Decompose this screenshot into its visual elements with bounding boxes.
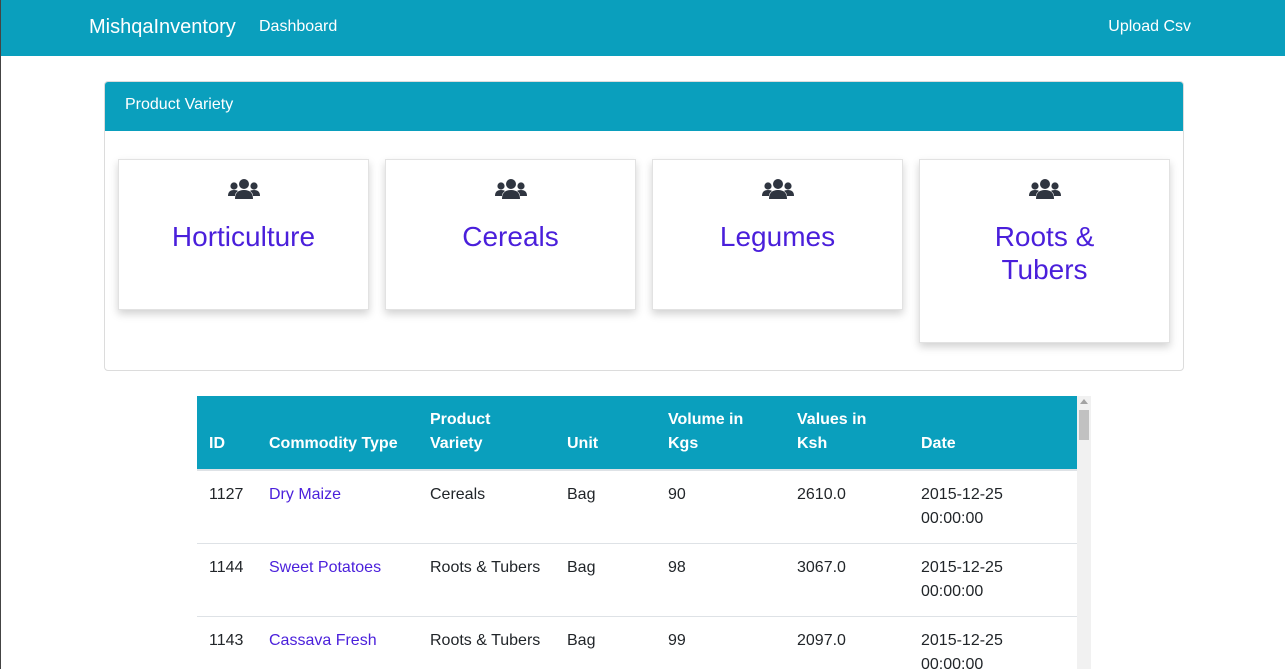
cell-value: 2610.0 <box>797 486 846 503</box>
commodity-link[interactable]: Dry Maize <box>269 486 341 503</box>
card-title: Cereals <box>462 221 559 252</box>
product-variety-panel: Product Variety Horticulture Cereals Leg… <box>104 81 1184 371</box>
inventory-table: ID Commodity Type Product Variety Unit V… <box>197 396 1077 669</box>
column-header-commodity-type: Commodity Type <box>257 396 418 471</box>
card-title: Horticulture <box>171 221 316 252</box>
cell-unit: Bag <box>555 543 656 617</box>
cell-date: 2015-12-25 00:00:00 <box>921 486 1003 527</box>
cell-id: 1143 <box>197 616 257 669</box>
cell-volume: 98 <box>656 543 785 617</box>
users-icon <box>494 179 527 199</box>
scroll-up-arrow-icon[interactable] <box>1080 399 1088 404</box>
cell-commodity: Sweet Potatoes <box>257 543 418 617</box>
nav-dashboard-link[interactable]: Dashboard <box>259 18 337 36</box>
users-icon <box>761 179 794 199</box>
table-row: 1143 Cassava Fresh Roots & Tubers Bag 99… <box>197 616 1077 669</box>
table-row: 1127 Dry Maize Cereals Bag 90 2610.0 201… <box>197 470 1077 544</box>
navbar: MishqaInventory Dashboard Upload Csv <box>1 0 1285 56</box>
cell-unit: Bag <box>555 616 656 669</box>
cell-variety: Roots & Tubers <box>418 616 555 669</box>
brand-link[interactable]: MishqaInventory <box>89 16 236 39</box>
table-header-row: ID Commodity Type Product Variety Unit V… <box>197 396 1077 471</box>
commodity-link[interactable]: Cassava Fresh <box>269 632 377 649</box>
commodity-link[interactable]: Sweet Potatoes <box>269 559 381 576</box>
cell-date: 2015-12-25 00:00:00 <box>909 543 1077 617</box>
card-title: Legumes <box>719 221 836 252</box>
nav-upload-csv-link[interactable]: Upload Csv <box>1108 18 1191 36</box>
column-header-id: ID <box>197 396 257 471</box>
table-scrollbar[interactable] <box>1077 396 1091 669</box>
card-cereals[interactable]: Cereals <box>385 159 636 310</box>
scrollbar-thumb[interactable] <box>1079 410 1089 440</box>
column-header-date: Date <box>909 396 1077 471</box>
users-icon <box>227 179 260 199</box>
cell-id: 1144 <box>197 543 257 617</box>
table-row: 1144 Sweet Potatoes Roots & Tubers Bag 9… <box>197 543 1077 617</box>
cell-date: 2015-12-25 00:00:00 <box>909 616 1077 669</box>
card-roots-tubers[interactable]: Roots & Tubers <box>919 159 1170 343</box>
column-header-product-variety: Product Variety <box>418 396 555 471</box>
inventory-table-container[interactable]: ID Commodity Type Product Variety Unit V… <box>197 396 1091 669</box>
cell-variety: Roots & Tubers <box>418 543 555 617</box>
cell-value: 3067.0 <box>785 543 909 617</box>
card-horticulture[interactable]: Horticulture <box>118 159 369 310</box>
cell-commodity: Dry Maize <box>257 470 418 544</box>
panel-header: Product Variety <box>105 82 1183 131</box>
cell-commodity: Cassava Fresh <box>257 616 418 669</box>
column-header-unit: Unit <box>555 396 656 471</box>
card-title: Roots & Tubers <box>994 221 1095 285</box>
card-legumes[interactable]: Legumes <box>652 159 903 310</box>
cell-volume: 90 <box>668 486 686 503</box>
column-header-value: Values in Ksh <box>785 396 909 471</box>
column-header-volume: Volume in Kgs <box>656 396 785 471</box>
cell-id: 1127 <box>209 486 244 503</box>
cell-volume: 99 <box>656 616 785 669</box>
users-icon <box>1028 179 1061 199</box>
cell-variety: Cereals <box>430 486 486 503</box>
cell-value: 2097.0 <box>785 616 909 669</box>
cell-unit: Bag <box>567 486 596 503</box>
